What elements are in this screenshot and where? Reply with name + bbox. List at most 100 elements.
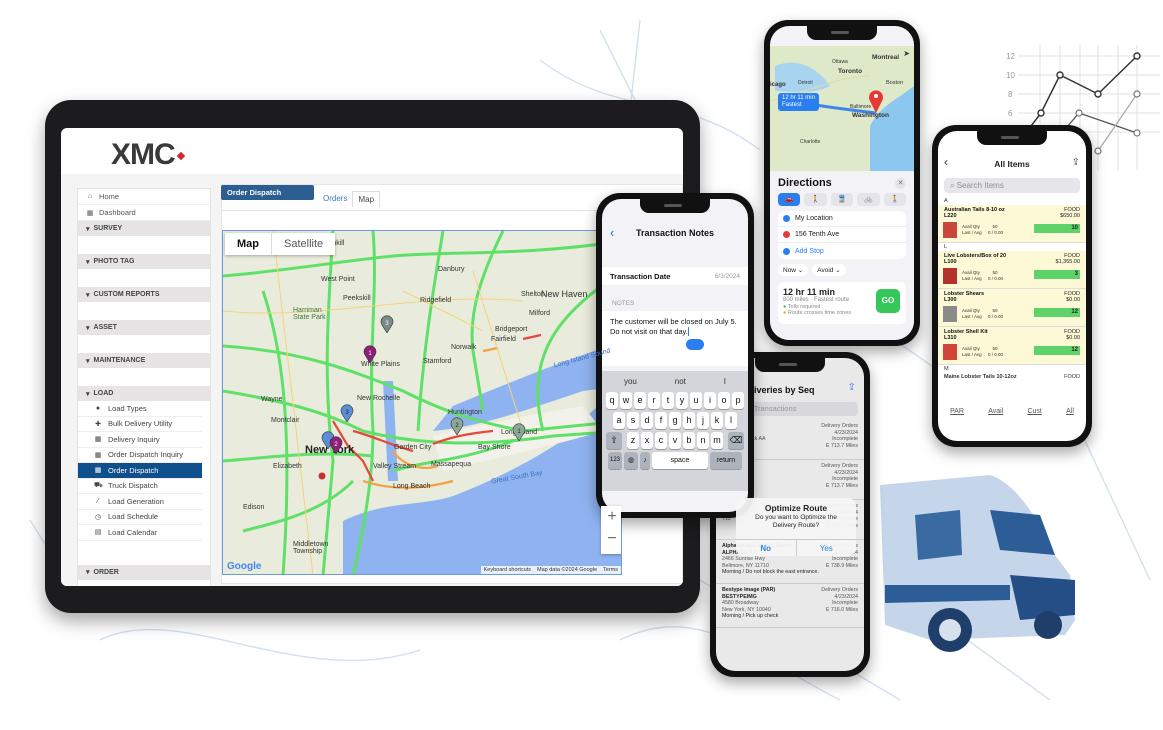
map-marker[interactable]: 2 bbox=[329, 436, 343, 454]
map-marker[interactable]: 1 bbox=[512, 423, 526, 441]
sidebar-item-order-dispatch[interactable]: ▦ Order Dispatch bbox=[78, 463, 202, 479]
sidebar-item-truck-dispatch[interactable]: ⛟ Truck Dispatch bbox=[78, 479, 202, 494]
close-icon[interactable]: ✕ bbox=[895, 178, 906, 189]
suggestion[interactable]: I bbox=[724, 377, 726, 386]
sidebar-item-delivery-inquiry[interactable]: ▦ Delivery Inquiry bbox=[78, 432, 202, 448]
order-dispatch-title-button[interactable]: Order Dispatch bbox=[221, 185, 314, 200]
list-item[interactable]: Bestype Image (PAR) BESTYPEIMG 4580 Broadw… bbox=[716, 584, 864, 628]
tab-all[interactable]: All bbox=[1066, 408, 1074, 415]
zoom-out-button[interactable]: − bbox=[601, 528, 621, 550]
mode-car-button[interactable]: 🚗 bbox=[778, 193, 801, 206]
list-item[interactable]: Australian Tails 8-10 oz L220 FOOD $650.0… bbox=[938, 205, 1086, 243]
key-y[interactable]: y bbox=[676, 392, 688, 409]
globe-key[interactable]: ◍ bbox=[624, 452, 638, 469]
key-m[interactable]: m bbox=[711, 432, 723, 449]
tab-avail[interactable]: Avail bbox=[988, 408, 1003, 415]
sidebar-section-order[interactable]: ▾ ORDER bbox=[78, 564, 210, 580]
quantity-field[interactable]: 10 bbox=[1034, 224, 1080, 233]
mode-transit-button[interactable]: 🚆 bbox=[830, 193, 854, 206]
key-v[interactable]: v bbox=[669, 432, 681, 449]
quantity-field[interactable]: 12 bbox=[1034, 346, 1080, 355]
mode-rideshare-button[interactable]: 🚶 bbox=[883, 193, 907, 206]
key-x[interactable]: x bbox=[641, 432, 653, 449]
key-s[interactable]: s bbox=[627, 412, 639, 429]
sidebar-section-photo-tag[interactable]: ▾ PHOTO TAG bbox=[78, 254, 210, 269]
back-icon[interactable]: ‹ bbox=[610, 223, 614, 243]
return-key[interactable]: return bbox=[710, 452, 742, 469]
yes-button[interactable]: Yes bbox=[797, 540, 857, 556]
terms-link[interactable]: Terms bbox=[603, 567, 618, 573]
suggestion[interactable]: not bbox=[675, 377, 686, 386]
key-w[interactable]: w bbox=[620, 392, 632, 409]
tab-cust[interactable]: Cust bbox=[1027, 408, 1041, 415]
key-e[interactable]: e bbox=[634, 392, 646, 409]
sidebar-item-load-calendar[interactable]: ▤ Load Calendar bbox=[78, 525, 202, 541]
sidebar-section-maintenance[interactable]: ▾ MAINTENANCE bbox=[78, 353, 210, 368]
quantity-field[interactable]: 12 bbox=[1034, 308, 1080, 317]
route-time-badge[interactable]: 12 hr 11 min Fastest bbox=[778, 93, 819, 111]
key-a[interactable]: a bbox=[613, 412, 625, 429]
add-stop-button[interactable]: Add Stop bbox=[778, 243, 906, 259]
key-t[interactable]: t bbox=[662, 392, 674, 409]
suggestion[interactable]: you bbox=[624, 377, 637, 386]
numbers-key[interactable]: 123 bbox=[608, 452, 622, 469]
key-z[interactable]: z bbox=[627, 432, 639, 449]
quantity-field[interactable]: 3 bbox=[1034, 270, 1080, 279]
key-f[interactable]: f bbox=[655, 412, 667, 429]
key-b[interactable]: b bbox=[683, 432, 695, 449]
notes-textarea[interactable]: The customer will be closed on July 5. D… bbox=[602, 311, 748, 366]
tab-orders[interactable]: Orders bbox=[318, 191, 352, 207]
sidebar-item-load-generation[interactable]: ⁄ Load Generation bbox=[78, 494, 202, 510]
tab-par[interactable]: PAR bbox=[950, 408, 964, 415]
map-marker[interactable]: 1 bbox=[363, 345, 377, 363]
go-button[interactable]: GO bbox=[876, 289, 900, 313]
key-c[interactable]: c bbox=[655, 432, 667, 449]
keyboard-shortcuts-link[interactable]: Keyboard shortcuts bbox=[484, 567, 531, 573]
sidebar-item-home[interactable]: ⌂ Home bbox=[78, 189, 210, 205]
map-type-satellite-button[interactable]: Satellite bbox=[271, 233, 335, 255]
no-button[interactable]: No bbox=[736, 540, 797, 556]
key-g[interactable]: g bbox=[669, 412, 681, 429]
sidebar-item-load-schedule[interactable]: ◷ Load Schedule bbox=[78, 510, 202, 525]
list-item[interactable]: Lobster Shears L300 FOOD $0.00 Avail Qty … bbox=[938, 289, 1086, 327]
stop-destination[interactable]: 156 Tenth Ave bbox=[778, 227, 906, 243]
key-q[interactable]: q bbox=[606, 392, 618, 409]
key-l[interactable]: l bbox=[725, 412, 737, 429]
location-arrow-icon[interactable]: ➤ bbox=[903, 49, 910, 58]
share-icon[interactable]: ⇪ bbox=[1072, 157, 1080, 168]
share-icon[interactable]: ⇪ bbox=[848, 382, 856, 393]
shift-key[interactable]: ⇧ bbox=[606, 432, 622, 449]
dictation-mic-icon[interactable] bbox=[686, 339, 704, 350]
tab-map[interactable]: Map bbox=[352, 191, 381, 207]
sidebar-section-custom-reports[interactable]: ▾ CUSTOM REPORTS bbox=[78, 287, 210, 302]
key-k[interactable]: k bbox=[711, 412, 723, 429]
transaction-date-row[interactable]: Transaction Date 6/3/2024 bbox=[602, 267, 748, 285]
key-n[interactable]: n bbox=[697, 432, 709, 449]
list-item[interactable]: Live Lobsters/Box of 20 L100 FOOD $1,365.… bbox=[938, 251, 1086, 289]
directions-map[interactable]: Ottawa Montreal Toronto Detroit Chicago … bbox=[770, 46, 914, 171]
zoom-in-button[interactable]: + bbox=[601, 506, 621, 528]
list-item[interactable]: Maine Lobster Tails 10-12oz FOOD bbox=[938, 373, 1086, 381]
key-j[interactable]: j bbox=[697, 412, 709, 429]
space-key[interactable]: space bbox=[652, 452, 708, 469]
key-h[interactable]: h bbox=[683, 412, 695, 429]
sidebar-item-dashboard[interactable]: ▦ Dashboard bbox=[78, 205, 210, 221]
key-r[interactable]: r bbox=[648, 392, 660, 409]
sidebar-section-survey[interactable]: ▾ SURVEY bbox=[78, 221, 210, 236]
sidebar-item-load-types[interactable]: ● Load Types bbox=[78, 401, 202, 417]
key-i[interactable]: i bbox=[704, 392, 716, 409]
key-u[interactable]: u bbox=[690, 392, 702, 409]
list-item[interactable]: Lobster Shell Kit L310 FOOD $0.00 Avail Q… bbox=[938, 327, 1086, 365]
depart-now-dropdown[interactable]: Now ⌄ bbox=[778, 264, 809, 276]
map-type-map-button[interactable]: Map bbox=[225, 233, 271, 255]
key-p[interactable]: p bbox=[732, 392, 744, 409]
sidebar-item-order-dispatch-inquiry[interactable]: ▦ Order Dispatch Inquiry bbox=[78, 448, 202, 463]
map-marker[interactable]: 3 bbox=[340, 404, 354, 422]
map-marker[interactable]: 3 bbox=[380, 315, 394, 333]
route-card[interactable]: 12 hr 11 min 800 miles · Fastest route ●… bbox=[778, 282, 906, 324]
backspace-key[interactable]: ⌫ bbox=[728, 432, 744, 449]
avoid-dropdown[interactable]: Avoid ⌄ bbox=[812, 264, 846, 276]
mode-bike-button[interactable]: 🚲 bbox=[857, 193, 880, 206]
map-marker[interactable]: 2 bbox=[450, 417, 464, 435]
mode-walk-button[interactable]: 🚶 bbox=[804, 193, 827, 206]
